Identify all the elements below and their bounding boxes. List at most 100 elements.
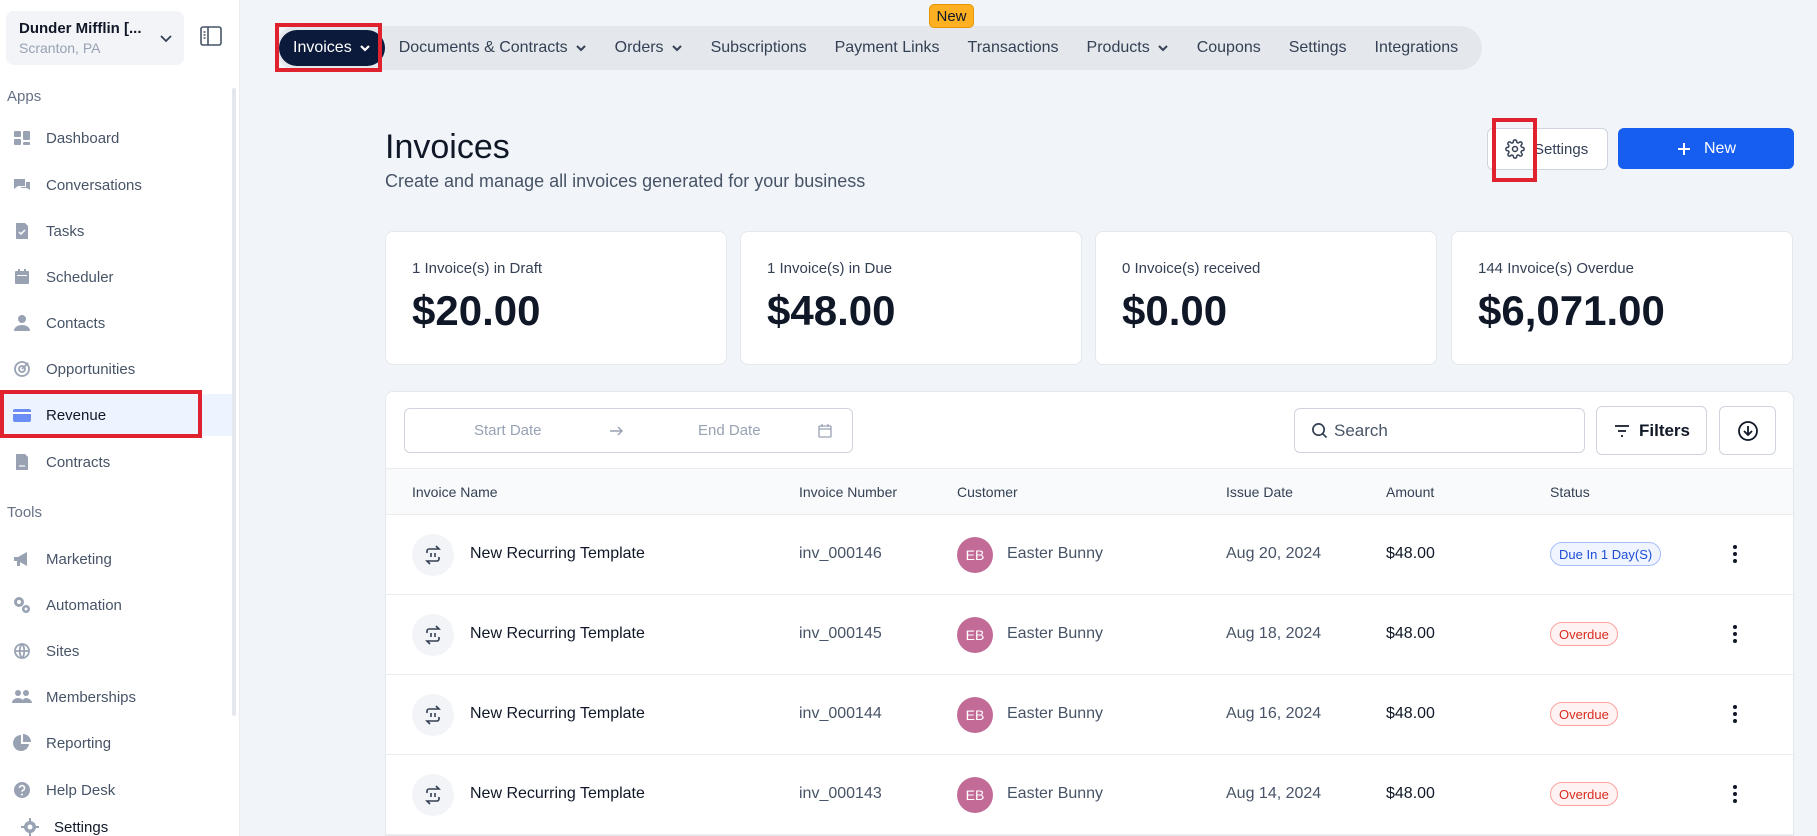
stat-card-received: 0 Invoice(s) received $0.00 (1095, 231, 1437, 365)
megaphone-icon (12, 549, 32, 569)
more-options-icon[interactable] (1732, 703, 1738, 725)
end-date-input[interactable]: End Date (698, 422, 761, 439)
sidebar-item-reporting[interactable]: Reporting (0, 722, 236, 764)
sidebar-item-label: Contracts (46, 453, 111, 471)
gear-icon (20, 817, 40, 836)
sidebar-item-dashboard[interactable]: Dashboard (0, 117, 236, 159)
tab-label: Payment Links (834, 39, 940, 56)
sidebar-item-scheduler[interactable]: Scheduler (0, 256, 236, 298)
invoice-number: inv_000146 (799, 545, 882, 562)
tab-label: Orders (614, 39, 664, 56)
sidebar-item-help-desk[interactable]: Help Desk (0, 769, 236, 811)
table-row[interactable]: New Recurring Template inv_000145 EB Eas… (386, 595, 1793, 675)
filters-button[interactable]: Filters (1596, 406, 1707, 455)
tab-products[interactable]: Products (1073, 30, 1183, 66)
tab-orders[interactable]: Orders (601, 30, 697, 66)
chat-icon (12, 175, 32, 195)
sidebar-item-automation[interactable]: Automation (0, 584, 236, 626)
stat-value: $48.00 (767, 287, 896, 334)
sidebar-item-settings[interactable]: Settings (0, 806, 236, 836)
new-invoice-button[interactable]: New (1618, 128, 1794, 169)
tab-settings[interactable]: Settings (1275, 30, 1361, 66)
chevron-down-icon (160, 35, 172, 43)
issue-date: Aug 14, 2024 (1226, 785, 1322, 802)
tab-label: Subscriptions (710, 39, 807, 56)
recurring-icon (412, 534, 454, 576)
column-header-status[interactable]: Status (1550, 484, 1590, 500)
issue-date: Aug 16, 2024 (1226, 705, 1322, 722)
start-date-input[interactable]: Start Date (474, 422, 542, 439)
tools-section-label: Tools (7, 504, 43, 521)
sidebar-item-memberships[interactable]: Memberships (0, 676, 236, 718)
tab-integrations[interactable]: Integrations (1361, 30, 1473, 66)
sidebar-item-opportunities[interactable]: Opportunities (0, 348, 236, 390)
download-icon (1737, 420, 1758, 441)
stat-card-due: 1 Invoice(s) in Due $48.00 (740, 231, 1082, 365)
person-icon (12, 313, 32, 333)
gears-icon (12, 595, 32, 615)
apps-section-label: Apps (7, 88, 42, 105)
avatar: EB (957, 537, 993, 573)
settings-button[interactable]: Settings (1487, 128, 1608, 170)
sidebar-item-sites[interactable]: Sites (0, 630, 236, 672)
more-options-icon[interactable] (1732, 543, 1738, 565)
sidebar-collapse-icon[interactable] (199, 25, 223, 47)
tab-transactions[interactable]: Transactions (954, 30, 1073, 66)
sidebar: Dunder Mifflin [... Scranton, PA Apps Da… (0, 0, 240, 836)
sidebar-item-label: Memberships (46, 688, 137, 706)
sidebar-item-label: Dashboard (46, 129, 120, 147)
tab-label: Products (1086, 39, 1150, 56)
tab-invoices[interactable]: Invoices (279, 30, 385, 66)
tab-documents-contracts[interactable]: Documents & Contracts (385, 30, 601, 66)
column-header-customer[interactable]: Customer (957, 484, 1018, 500)
column-header-amount[interactable]: Amount (1386, 484, 1434, 500)
new-button-label: New (1703, 139, 1736, 157)
sidebar-item-conversations[interactable]: Conversations (0, 164, 236, 206)
sidebar-scrollbar[interactable] (232, 88, 236, 716)
tab-subscriptions[interactable]: Subscriptions (697, 30, 821, 66)
chevron-down-icon (1157, 45, 1168, 52)
table-row[interactable]: New Recurring Template inv_000144 EB Eas… (386, 675, 1793, 755)
tab-label: Transactions (967, 39, 1059, 56)
chevron-down-icon (671, 45, 682, 52)
more-options-icon[interactable] (1732, 623, 1738, 645)
column-header-issue-date[interactable]: Issue Date (1226, 484, 1293, 500)
page-title: Invoices (385, 128, 510, 166)
sidebar-item-marketing[interactable]: Marketing (0, 538, 236, 580)
calendar-icon (818, 423, 832, 438)
table-row[interactable]: New Recurring Template inv_000143 EB Eas… (386, 755, 1793, 835)
issue-date: Aug 18, 2024 (1226, 625, 1322, 642)
document-icon (12, 452, 32, 472)
search-field[interactable] (1294, 408, 1585, 453)
sidebar-item-contacts[interactable]: Contacts (0, 302, 236, 344)
status-badge: Overdue (1550, 622, 1618, 646)
location-switcher[interactable]: Dunder Mifflin [... Scranton, PA (6, 11, 184, 65)
location-name: Dunder Mifflin [... (19, 20, 142, 37)
recurring-icon (412, 774, 454, 816)
date-range-picker[interactable]: Start Date End Date (404, 408, 853, 453)
tab-label: Documents & Contracts (398, 39, 568, 56)
tab-label: Integrations (1374, 39, 1459, 56)
column-header-number[interactable]: Invoice Number (799, 484, 897, 500)
page-subtitle: Create and manage all invoices generated… (385, 171, 866, 191)
search-input[interactable] (1334, 420, 1574, 441)
sidebar-item-tasks[interactable]: Tasks (0, 210, 236, 252)
customer-name: Easter Bunny (1007, 625, 1104, 642)
sidebar-item-label: Tasks (46, 222, 85, 240)
stat-label: 1 Invoice(s) in Draft (412, 260, 543, 277)
tab-coupons[interactable]: Coupons (1183, 30, 1275, 66)
sidebar-item-contracts[interactable]: Contracts (0, 441, 236, 483)
help-icon (12, 780, 32, 800)
download-button[interactable] (1719, 406, 1776, 455)
tab-payment-links[interactable]: Payment Links (821, 30, 954, 66)
column-header-name[interactable]: Invoice Name (412, 484, 498, 500)
settings-button-label: Settings (1534, 140, 1589, 158)
table-row[interactable]: New Recurring Template inv_000146 EB Eas… (386, 515, 1793, 595)
sidebar-item-revenue[interactable]: Revenue (0, 394, 236, 436)
dashboard-icon (12, 128, 32, 148)
more-options-icon[interactable] (1732, 783, 1738, 805)
card-icon (12, 405, 32, 425)
stat-value: $6,071.00 (1478, 287, 1665, 334)
sidebar-item-label: Opportunities (46, 360, 136, 378)
avatar: EB (957, 617, 993, 653)
